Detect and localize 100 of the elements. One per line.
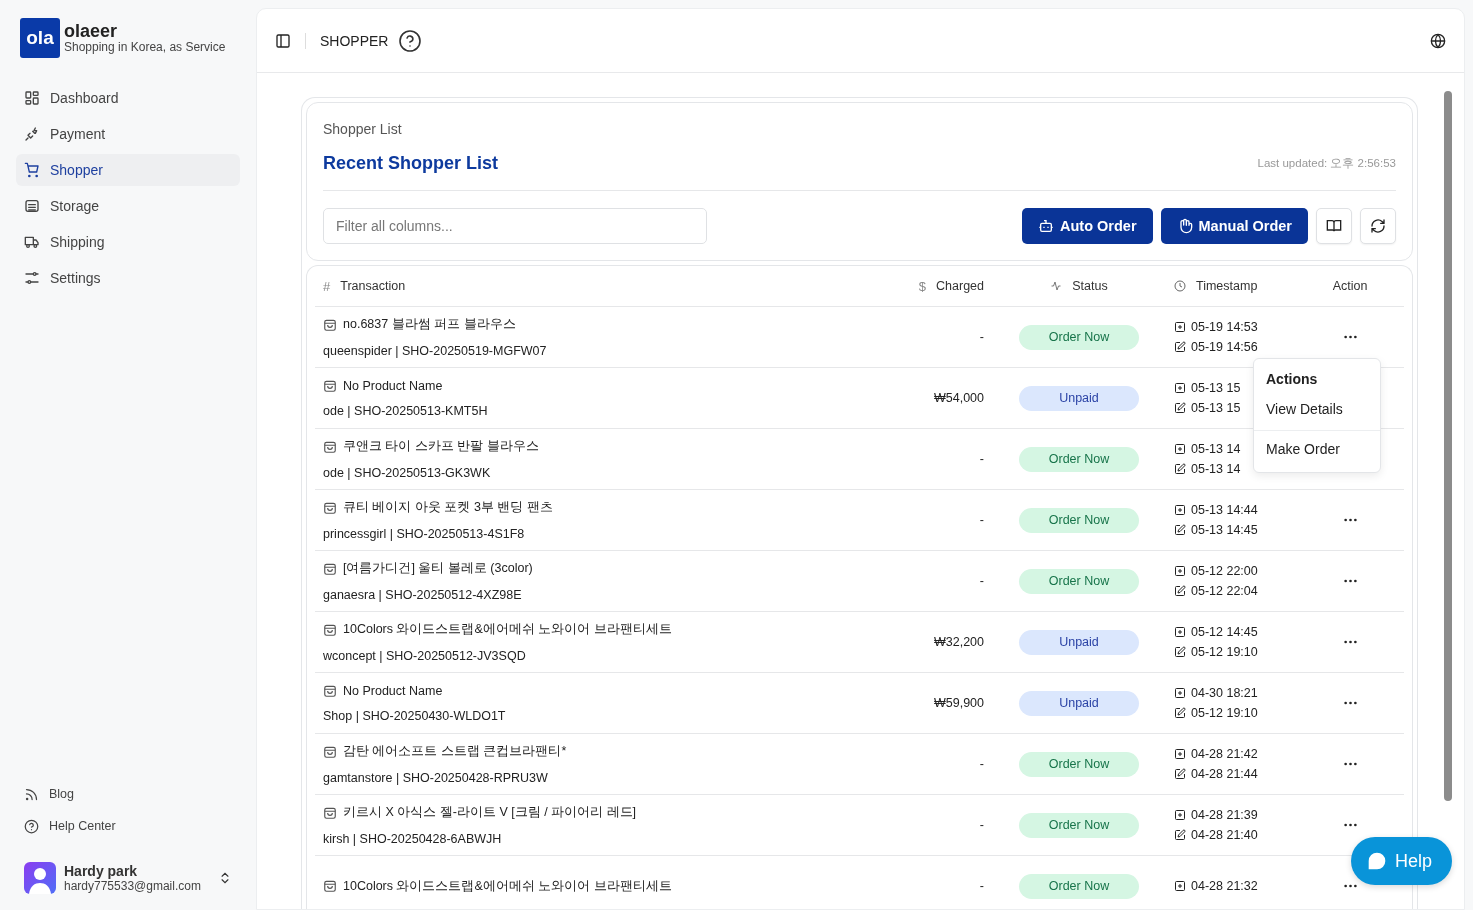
nav-item[interactable]: Shopper — [16, 154, 240, 186]
modified-time: 04-28 21:40 — [1191, 828, 1258, 842]
created-time: 04-28 21:42 — [1191, 747, 1258, 761]
robot-icon — [1038, 218, 1054, 234]
modified-time: 04-28 21:44 — [1191, 767, 1258, 781]
book-icon — [1326, 218, 1342, 234]
column-header[interactable]: Timestamp — [1196, 279, 1258, 293]
plus-square-icon — [1174, 504, 1186, 516]
help-icon[interactable] — [398, 28, 423, 53]
book-button[interactable] — [1316, 208, 1352, 244]
plus-square-icon — [1174, 443, 1186, 455]
nav-item[interactable]: Dashboard — [16, 82, 240, 114]
more-icon[interactable] — [1343, 579, 1357, 583]
status-badge[interactable]: Unpaid — [1019, 629, 1139, 655]
column-header[interactable]: Action — [1332, 279, 1368, 293]
menu-item[interactable]: View Details — [1254, 395, 1380, 426]
modified-time: 05-12 19:10 — [1191, 706, 1258, 720]
charged-amount: - — [979, 574, 984, 588]
status-badge[interactable]: Order Now — [1019, 446, 1139, 472]
charged-amount: - — [979, 452, 984, 466]
column-header[interactable]: Charged — [936, 279, 984, 293]
shopper-id: gamtanstore | SHO-20250428-RPRU3W — [323, 771, 549, 785]
product-name: No Product Name — [343, 683, 443, 698]
created-time: 04-30 18:21 — [1191, 686, 1258, 700]
product-name: 10Colors 와이드스트랩&에어메쉬 노와이어 브라팬티세트 — [343, 877, 672, 895]
status-badge[interactable]: Order Now — [1019, 324, 1139, 350]
column-header[interactable]: Status — [1072, 279, 1108, 293]
modified-time: 05-13 14:45 — [1191, 523, 1258, 537]
more-icon[interactable] — [1343, 335, 1357, 339]
product-name: No Product Name — [343, 378, 443, 393]
charged-amount: - — [979, 879, 984, 893]
created-time: 05-13 15 — [1191, 381, 1241, 395]
order-button[interactable]: Manual Order — [1160, 208, 1308, 244]
created-time: 05-12 14:45 — [1191, 625, 1258, 639]
more-icon[interactable] — [1343, 701, 1357, 705]
order-button[interactable]: Auto Order — [1022, 208, 1153, 244]
nav-item[interactable]: Shipping — [16, 226, 240, 258]
column-icon: $ — [918, 278, 927, 294]
more-icon[interactable] — [1343, 640, 1357, 644]
grid-icon — [24, 90, 40, 106]
footer-link[interactable]: Blog — [16, 784, 240, 804]
status-badge[interactable]: Order Now — [1019, 507, 1139, 533]
created-time: 05-13 14:44 — [1191, 503, 1258, 517]
sidebar-toggle-icon[interactable] — [275, 32, 291, 49]
edit-icon — [1174, 585, 1186, 597]
status-badge[interactable]: Order Now — [1019, 812, 1139, 838]
product-name: [여름가디건] 울티 볼레로 (3color) — [343, 560, 533, 577]
charged-amount: ₩59,900 — [933, 696, 984, 710]
status-badge[interactable]: Unpaid — [1019, 690, 1139, 716]
footer-link[interactable]: Help Center — [16, 816, 240, 836]
shopper-id: ganaesra | SHO-20250512-4XZ98E — [323, 588, 523, 602]
modified-time: 05-13 15 — [1191, 401, 1241, 415]
nav-item[interactable]: Storage — [16, 190, 240, 222]
archive-icon — [24, 198, 40, 214]
plus-square-icon — [1174, 880, 1186, 892]
created-time: 05-12 22:00 — [1191, 564, 1258, 578]
nav-item[interactable]: Settings — [16, 262, 240, 294]
sliders-icon — [24, 270, 40, 286]
edit-icon — [1174, 707, 1186, 719]
globe-icon[interactable] — [1430, 32, 1446, 49]
bag-icon — [323, 744, 337, 759]
column-header[interactable]: Transaction — [340, 279, 406, 293]
created-time: 04-28 21:32 — [1191, 879, 1258, 893]
refresh-button[interactable] — [1360, 208, 1396, 244]
created-time: 05-13 14 — [1191, 442, 1241, 456]
modified-time: 05-12 19:10 — [1191, 645, 1258, 659]
bag-icon — [323, 683, 337, 698]
more-icon[interactable] — [1343, 823, 1357, 827]
edit-icon — [1174, 463, 1186, 475]
bag-icon — [323, 622, 337, 637]
plug-icon — [24, 126, 40, 142]
status-badge[interactable]: Order Now — [1019, 568, 1139, 594]
edit-icon — [1174, 341, 1186, 353]
charged-amount: ₩54,000 — [933, 391, 984, 405]
brand-name: olaeer — [64, 22, 119, 40]
modified-time: 05-12 22:04 — [1191, 584, 1258, 598]
more-icon[interactable] — [1343, 762, 1357, 766]
nav-item[interactable]: Payment — [16, 118, 240, 150]
modified-time: 05-19 14:56 — [1191, 340, 1258, 354]
shopper-id: wconcept | SHO-20250512-JV3SQD — [323, 649, 527, 663]
scrollbar-thumb[interactable] — [1444, 91, 1452, 801]
menu-item[interactable]: Make Order — [1254, 435, 1380, 466]
filter-field[interactable]: Filter all columns... — [323, 208, 707, 244]
more-icon[interactable] — [1343, 884, 1357, 888]
status-badge[interactable]: Order Now — [1019, 873, 1139, 899]
shopper-id: kirsh | SHO-20250428-6ABWJH — [323, 832, 503, 846]
refresh-icon — [1370, 218, 1386, 234]
shopper-id: ode | SHO-20250513-GK3WK — [323, 466, 492, 480]
breadcrumb: Shopper List — [323, 121, 403, 137]
shopper-id: ode | SHO-20250513-KMT5H — [323, 403, 489, 418]
status-badge[interactable]: Order Now — [1019, 751, 1139, 777]
bag-icon — [323, 879, 337, 893]
column-icon: # — [323, 278, 331, 294]
more-icon[interactable] — [1343, 518, 1357, 522]
edit-icon — [1174, 524, 1186, 536]
status-badge[interactable]: Unpaid — [1019, 385, 1139, 411]
plus-square-icon — [1174, 321, 1186, 333]
charged-amount: - — [979, 818, 984, 832]
card-title: Recent Shopper List — [323, 153, 499, 174]
charged-amount: - — [979, 513, 984, 527]
